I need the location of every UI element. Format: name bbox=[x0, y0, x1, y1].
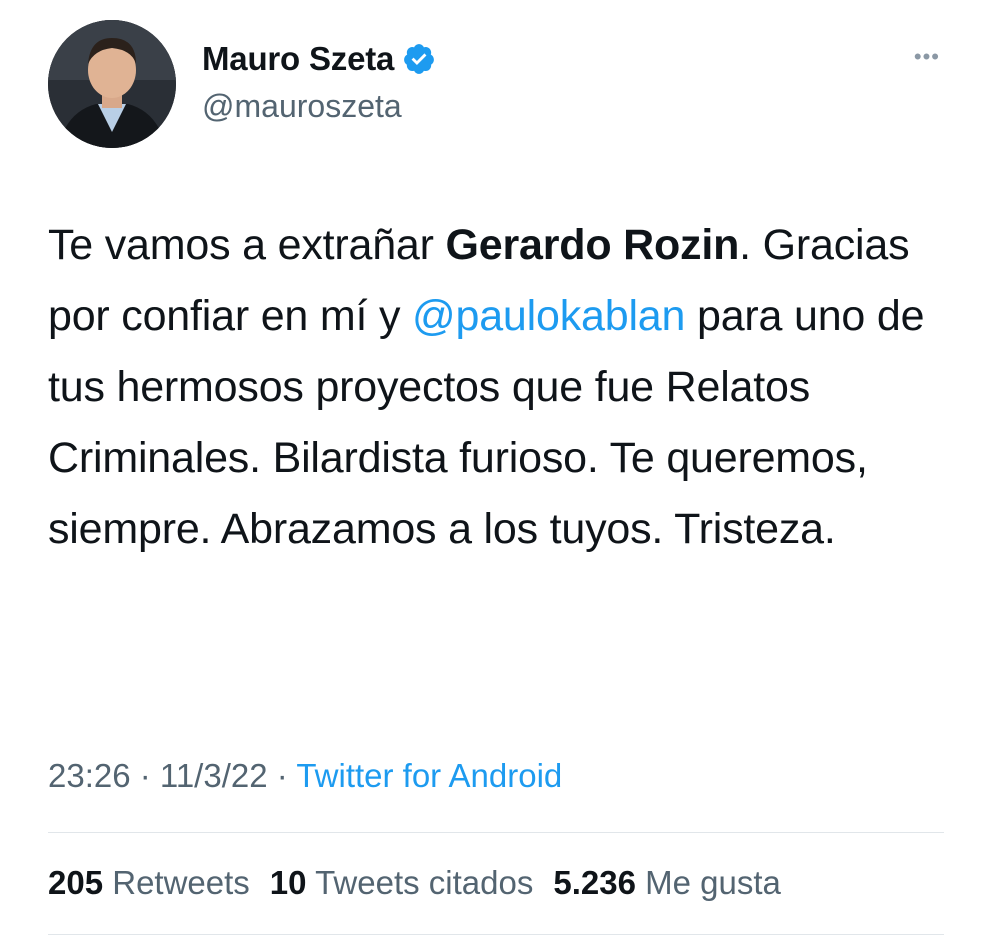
quote-tweets-stat[interactable]: 10 Tweets citados bbox=[270, 864, 534, 902]
tweet-source-link[interactable]: Twitter for Android bbox=[296, 757, 562, 794]
mention-link[interactable]: @paulokablan bbox=[412, 292, 685, 340]
avatar[interactable] bbox=[48, 20, 176, 148]
verified-badge-icon bbox=[402, 42, 436, 76]
tweet-stats: 205 Retweets 10 Tweets citados 5.236 Me … bbox=[48, 864, 781, 902]
quotes-label: Tweets citados bbox=[315, 864, 534, 901]
author-name[interactable]: Mauro Szeta bbox=[202, 40, 394, 78]
tweet-meta: 23:26 · 11/3/22 · Twitter for Android bbox=[48, 757, 562, 795]
tweet-text: Te vamos a extrañar Gerardo Rozin. Graci… bbox=[48, 210, 948, 565]
tweet-bold-name: Gerardo Rozin bbox=[445, 221, 740, 269]
likes-label: Me gusta bbox=[645, 864, 781, 901]
retweets-label: Retweets bbox=[112, 864, 250, 901]
more-options-icon[interactable]: ••• bbox=[914, 44, 940, 70]
author-handle[interactable]: @mauroszeta bbox=[202, 88, 402, 125]
likes-stat[interactable]: 5.236 Me gusta bbox=[553, 864, 781, 902]
divider bbox=[48, 934, 944, 935]
profile-photo bbox=[48, 20, 176, 148]
retweets-stat[interactable]: 205 Retweets bbox=[48, 864, 250, 902]
quotes-count: 10 bbox=[269, 864, 307, 901]
tweet-text-part: Te vamos a extrañar bbox=[48, 221, 446, 269]
likes-count: 5.236 bbox=[553, 864, 636, 901]
divider bbox=[48, 832, 944, 833]
meta-separator: · bbox=[130, 757, 160, 794]
retweets-count: 205 bbox=[48, 864, 104, 901]
tweet-time[interactable]: 23:26 bbox=[48, 757, 131, 794]
tweet-date[interactable]: 11/3/22 bbox=[160, 757, 268, 794]
meta-separator: · bbox=[267, 757, 297, 794]
